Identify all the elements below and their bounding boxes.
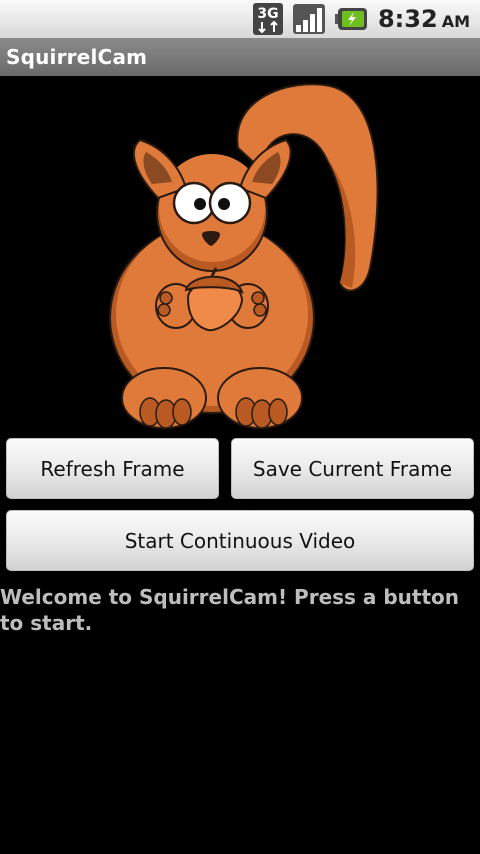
- battery-charging-icon: [334, 6, 368, 32]
- status-bar: 3G 8:32 AM: [0, 0, 480, 38]
- save-current-frame-button[interactable]: Save Current Frame: [231, 438, 474, 499]
- refresh-frame-label: Refresh Frame: [40, 456, 185, 481]
- app-screen: 3G 8:32 AM SquirrelCam Refresh Frame Sav…: [0, 0, 480, 854]
- title-bar: SquirrelCam: [0, 38, 480, 76]
- clock-time: 8:32: [377, 5, 438, 33]
- squirrel-frame-image: [109, 83, 379, 429]
- save-current-frame-label: Save Current Frame: [252, 456, 453, 481]
- signal-strength-icon: [292, 3, 326, 35]
- 3g-data-icon: 3G: [252, 2, 284, 36]
- clock: 8:32 AM: [378, 5, 470, 33]
- refresh-frame-button[interactable]: Refresh Frame: [6, 438, 219, 499]
- start-continuous-video-button[interactable]: Start Continuous Video: [6, 510, 474, 571]
- app-title: SquirrelCam: [6, 45, 148, 69]
- clock-ampm: AM: [441, 12, 470, 31]
- svg-text:3G: 3G: [257, 6, 278, 22]
- start-continuous-video-label: Start Continuous Video: [124, 528, 356, 553]
- status-message: Welcome to SquirrelCam! Press a button t…: [0, 585, 460, 635]
